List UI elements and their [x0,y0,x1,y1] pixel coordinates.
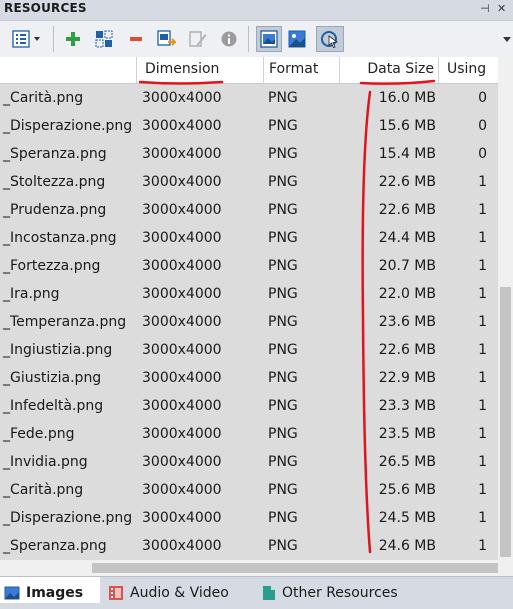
toolbar-separator [248,26,249,52]
toolbar-separator [53,26,54,52]
tab-label: Images [26,585,84,601]
list-view-button[interactable] [10,28,44,50]
tab-other-resources[interactable]: Other Resources [258,577,408,603]
panel-titlebar: RESOURCES ⊣ ✕ [0,0,513,17]
image-icon [288,30,306,48]
image-button[interactable] [286,28,308,50]
image-frame-icon [260,30,278,48]
annotation-overlay [138,79,436,554]
locate-button[interactable] [316,26,344,52]
import-button[interactable] [155,28,177,50]
tab-images[interactable]: Images [0,577,100,603]
select-all-icon [95,30,113,48]
add-button[interactable] [62,28,84,50]
annotation-underline-dimension [138,80,224,85]
tab-label: Other Resources [282,585,398,601]
close-icon[interactable]: ✕ [497,0,506,17]
locate-icon [321,31,339,48]
tab-audio-video[interactable]: Audio & Video [104,577,254,603]
edit-icon [189,31,207,47]
resources-toolbar [0,20,513,58]
remove-icon [130,37,142,41]
resources-table: Dimension Format Data Size Using _Carità… [0,57,498,560]
import-icon [157,30,176,46]
toolbar-overflow-icon[interactable] [503,37,511,43]
annotation-underline-data-size [359,79,436,85]
edit-button[interactable] [187,28,209,50]
resource-tabs: Images Audio & Video Other Resources [0,576,513,603]
info-button[interactable] [218,28,240,50]
select-all-button[interactable] [93,28,115,50]
pin-icon[interactable]: ⊣ [480,0,490,17]
horizontal-scroll-thumb[interactable] [92,563,498,573]
remove-button[interactable] [125,28,147,50]
horizontal-scrollbar[interactable] [0,560,498,576]
image-frame-button[interactable] [256,26,282,52]
vertical-scrollbar[interactable] [498,57,513,560]
panel-title: RESOURCES [4,1,87,15]
film-icon [109,586,123,600]
add-icon [66,32,80,46]
document-icon [263,586,275,600]
vertical-scroll-thumb[interactable] [500,287,511,557]
annotation-bracket-data-size [361,90,372,554]
tab-label: Audio & Video [130,585,229,601]
scroll-corner [498,560,513,576]
list-view-icon [12,30,40,48]
info-icon [221,31,237,47]
images-icon [4,586,20,600]
